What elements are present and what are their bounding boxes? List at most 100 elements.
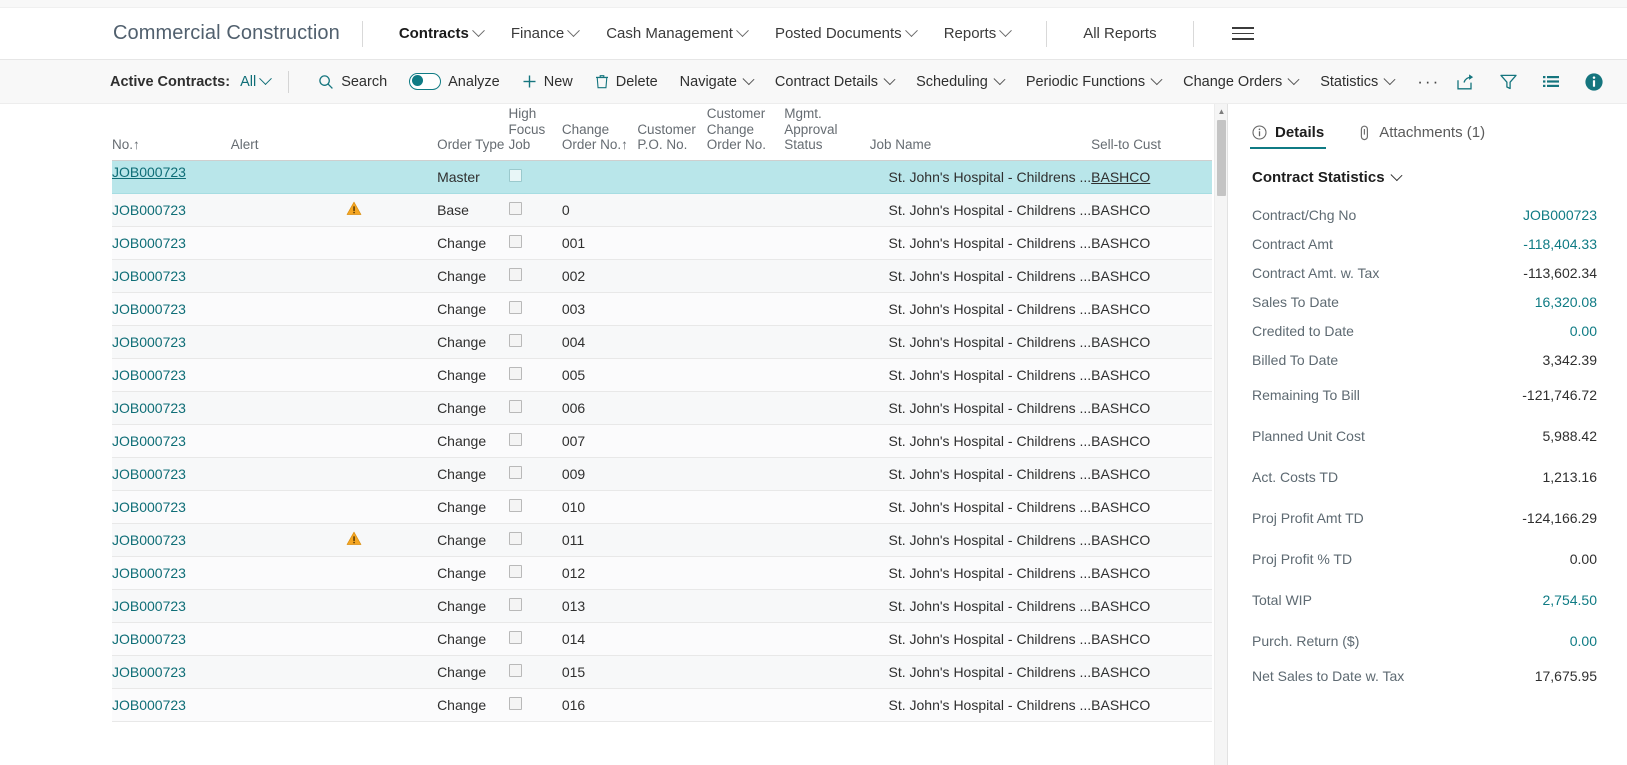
sell-to-cust-value[interactable]: BASHCO <box>1091 664 1150 680</box>
contract-no-link[interactable]: JOB000723 <box>112 664 186 680</box>
cell-no[interactable]: JOB000723 <box>112 358 231 392</box>
cell-no[interactable]: JOB000723 <box>112 490 231 524</box>
new-button[interactable]: New <box>511 68 584 96</box>
cell-sell-to-cust[interactable]: BASHCO <box>1091 655 1212 689</box>
statistic-value[interactable]: 0.00 <box>1570 323 1597 339</box>
sell-to-cust-value[interactable]: BASHCO <box>1091 433 1150 449</box>
contract-no-link[interactable]: JOB000723 <box>112 598 186 614</box>
cell-sell-to-cust[interactable]: BASHCO <box>1091 160 1212 194</box>
cell-no[interactable]: JOB000723 <box>112 424 231 458</box>
contract-no-link[interactable]: JOB000723 <box>112 334 186 350</box>
filter-icon[interactable] <box>1495 69 1521 95</box>
delete-button[interactable]: Delete <box>584 68 669 96</box>
sell-to-cust-value[interactable]: BASHCO <box>1091 301 1150 317</box>
cell-high-focus-job[interactable] <box>508 391 562 425</box>
scrollbar-thumb[interactable] <box>1217 120 1226 196</box>
contract-no-link[interactable]: JOB000723 <box>112 268 186 284</box>
cell-no[interactable]: JOB000723 <box>112 457 231 491</box>
cell-no[interactable]: JOB000723 <box>112 160 231 194</box>
table-row[interactable]: JOB000723 Change 013 St. John's Hospital - … <box>112 589 1212 623</box>
contract-no-link[interactable]: JOB000723 <box>112 532 186 548</box>
column-header-alert[interactable]: Alert <box>230 104 438 161</box>
sell-to-cust-value[interactable]: BASHCO <box>1091 565 1150 581</box>
sell-to-cust-value[interactable]: BASHCO <box>1091 367 1150 383</box>
cell-high-focus-job[interactable] <box>508 655 562 689</box>
sell-to-cust-value[interactable]: BASHCO <box>1091 334 1150 350</box>
high-focus-job-checkbox[interactable] <box>508 564 522 578</box>
cell-high-focus-job[interactable] <box>508 226 562 260</box>
high-focus-job-checkbox[interactable] <box>508 399 522 413</box>
sell-to-cust-value[interactable]: BASHCO <box>1091 697 1150 713</box>
statistics-menu[interactable]: Statistics <box>1309 68 1405 96</box>
cell-sell-to-cust[interactable]: BASHCO <box>1091 391 1212 425</box>
contract-statistics-section-header[interactable]: Contract Statistics <box>1252 168 1599 186</box>
table-row[interactable]: JOB000723 Change 011 St. John's Hospital - … <box>112 523 1212 557</box>
cell-high-focus-job[interactable] <box>508 688 562 722</box>
high-focus-job-checkbox[interactable] <box>508 663 522 677</box>
contract-details-menu[interactable]: Contract Details <box>764 68 905 96</box>
cell-no[interactable]: JOB000723 <box>112 589 231 623</box>
sell-to-cust-value[interactable]: BASHCO <box>1091 169 1150 185</box>
cell-high-focus-job[interactable] <box>508 259 562 293</box>
cell-sell-to-cust[interactable]: BASHCO <box>1091 523 1212 557</box>
sell-to-cust-value[interactable]: BASHCO <box>1091 235 1150 251</box>
table-row[interactable]: JOB000723 Change 016 St. John's Hospital - … <box>112 688 1212 722</box>
nav-item-finance[interactable]: Finance <box>497 19 592 48</box>
cell-sell-to-cust[interactable]: BASHCO <box>1091 424 1212 458</box>
cell-sell-to-cust[interactable]: BASHCO <box>1091 556 1212 590</box>
column-header-no[interactable]: No.↑ <box>112 104 231 161</box>
table-row[interactable]: JOB000723 Change 002 St. John's Hospital - … <box>112 259 1212 293</box>
cell-high-focus-job[interactable] <box>508 490 562 524</box>
contract-no-link[interactable]: JOB000723 <box>112 466 186 482</box>
statistic-value[interactable]: -118,404.33 <box>1523 236 1597 252</box>
cell-high-focus-job[interactable] <box>508 457 562 491</box>
table-row[interactable]: JOB000723 Change 007 St. John's Hospital - … <box>112 424 1212 458</box>
high-focus-job-checkbox[interactable] <box>508 498 522 512</box>
cell-no[interactable]: JOB000723 <box>112 556 231 590</box>
cell-sell-to-cust[interactable]: BASHCO <box>1091 490 1212 524</box>
cell-no[interactable]: JOB000723 <box>112 655 231 689</box>
cell-high-focus-job[interactable] <box>508 160 562 194</box>
contract-no-link[interactable]: JOB000723 <box>112 164 186 180</box>
contract-no-link[interactable]: JOB000723 <box>112 235 186 251</box>
high-focus-job-checkbox[interactable] <box>508 696 522 710</box>
table-row[interactable]: JOB000723 Change 010 St. John's Hospital - … <box>112 490 1212 524</box>
column-header-mgmt-approval-status[interactable]: Mgmt. Approval Status <box>784 104 870 161</box>
table-row[interactable]: JOB000723 Change 009 St. John's Hospital - … <box>112 457 1212 491</box>
nav-item-reports[interactable]: Reports <box>930 19 1025 48</box>
cell-no[interactable]: JOB000723 <box>112 523 231 557</box>
cell-sell-to-cust[interactable]: BASHCO <box>1091 325 1212 359</box>
cell-no[interactable]: JOB000723 <box>112 226 231 260</box>
tab-attachments[interactable]: Attachments (1) <box>1356 118 1487 149</box>
cell-sell-to-cust[interactable]: BASHCO <box>1091 622 1212 656</box>
cell-no[interactable]: JOB000723 <box>112 688 231 722</box>
analyze-toggle[interactable] <box>409 73 442 90</box>
cell-no[interactable]: JOB000723 <box>112 325 231 359</box>
high-focus-job-checkbox[interactable] <box>508 597 522 611</box>
statistic-value[interactable]: 16,320.08 <box>1535 294 1597 310</box>
contract-no-link[interactable]: JOB000723 <box>112 400 186 416</box>
cell-sell-to-cust[interactable]: BASHCO <box>1091 688 1212 722</box>
sell-to-cust-value[interactable]: BASHCO <box>1091 268 1150 284</box>
list-vertical-scrollbar[interactable]: ▲ <box>1214 104 1227 765</box>
sell-to-cust-value[interactable]: BASHCO <box>1091 499 1150 515</box>
cell-sell-to-cust[interactable]: BASHCO <box>1091 193 1212 227</box>
table-row[interactable]: JOB000723 Change 014 St. John's Hospital - … <box>112 622 1212 656</box>
search-button[interactable]: Search <box>307 68 398 96</box>
scroll-up-arrow[interactable]: ▲ <box>1215 104 1228 118</box>
cell-no[interactable]: JOB000723 <box>112 259 231 293</box>
column-header-customer-change-order-no[interactable]: Customer Change Order No. <box>706 104 785 161</box>
statistic-value[interactable]: JOB000723 <box>1523 207 1597 223</box>
navigate-menu[interactable]: Navigate <box>669 68 764 96</box>
cell-high-focus-job[interactable] <box>508 424 562 458</box>
table-row[interactable]: JOB000723 Change 015 St. John's Hospital - … <box>112 655 1212 689</box>
cell-sell-to-cust[interactable]: BASHCO <box>1091 358 1212 392</box>
cell-high-focus-job[interactable] <box>508 193 562 227</box>
cell-sell-to-cust[interactable]: BASHCO <box>1091 589 1212 623</box>
share-icon[interactable] <box>1452 69 1478 95</box>
cell-high-focus-job[interactable] <box>508 523 562 557</box>
sell-to-cust-value[interactable]: BASHCO <box>1091 400 1150 416</box>
column-header-change-order-no[interactable]: Change Order No.↑ <box>561 104 638 161</box>
sell-to-cust-value[interactable]: BASHCO <box>1091 532 1150 548</box>
contract-no-link[interactable]: JOB000723 <box>112 367 186 383</box>
